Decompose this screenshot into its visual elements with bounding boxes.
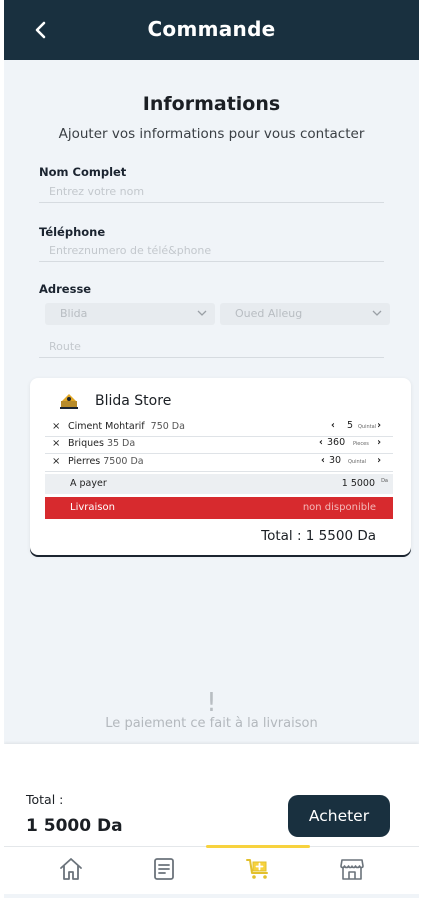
increase-button[interactable]: › xyxy=(377,437,381,448)
item-quantity: 360 xyxy=(327,437,346,448)
wilaya-select[interactable]: Blida xyxy=(45,303,215,325)
quantity-stepper: ‹ 5 Quintal › xyxy=(303,420,393,436)
item-unit: Quintal xyxy=(358,424,377,430)
address-label: Adresse xyxy=(39,282,92,296)
delivery-status: non disponible xyxy=(302,502,376,513)
commune-value: Oued Alleug xyxy=(235,307,303,320)
delivery-label: Livraison xyxy=(70,502,115,513)
wilaya-value: Blida xyxy=(60,307,88,320)
order-screen: Commande Informations Ajouter vos inform… xyxy=(4,0,419,898)
quantity-stepper: ‹ 360 Pieces › xyxy=(303,437,393,453)
store-name: Blida Store xyxy=(95,393,172,409)
item-unit: Pieces xyxy=(353,441,369,447)
amount-due-value: 1 5000 xyxy=(341,478,375,489)
bottom-navbar xyxy=(4,845,419,895)
store-icon xyxy=(340,859,364,880)
decrease-button[interactable]: ‹ xyxy=(321,455,325,466)
nav-orders[interactable] xyxy=(112,847,216,895)
increase-button[interactable]: › xyxy=(377,420,381,431)
route-field[interactable]: Route xyxy=(39,336,384,358)
phone-label: Téléphone xyxy=(39,225,106,239)
item-quantity: 30 xyxy=(329,455,342,466)
nav-cart[interactable] xyxy=(206,845,310,895)
item-name: Briques xyxy=(68,438,104,449)
item-price: 7500 Da xyxy=(103,456,144,467)
increase-button[interactable]: › xyxy=(377,455,381,466)
delivery-row: Livraison non disponible xyxy=(45,497,393,519)
nav-home[interactable] xyxy=(19,847,123,895)
item-unit: Quintal xyxy=(348,459,367,465)
section-subtitle: Ajouter vos informations pour vous conta… xyxy=(58,126,365,142)
chevron-down-icon xyxy=(372,310,382,316)
store-card: Blida Store × Ciment Mohtarif 750 Da ‹ 5… xyxy=(30,378,411,555)
item-name: Ciment Mohtarif xyxy=(68,421,145,432)
store-total: Total : 1 5500 Da xyxy=(261,528,376,544)
phone-field[interactable]: Entreznumero de télé&phone xyxy=(39,240,384,262)
header: Commande xyxy=(4,0,419,60)
remove-item-button[interactable]: × xyxy=(52,438,60,449)
payment-note: Le paiement ce fait à la livraison xyxy=(105,716,318,731)
buy-button[interactable]: Acheter xyxy=(288,795,390,837)
quantity-stepper: ‹ 30 Quintal › xyxy=(303,455,393,471)
total-value: 1 5000 Da xyxy=(26,816,123,836)
decrease-button[interactable]: ‹ xyxy=(319,437,323,448)
item-price: 35 Da xyxy=(106,438,136,449)
cart-icon xyxy=(246,859,268,879)
item-price: 750 Da xyxy=(150,421,185,432)
orders-icon xyxy=(154,858,174,880)
amount-due-row: A payer 1 5000 Da xyxy=(45,474,393,494)
amount-due-currency: Da xyxy=(381,478,388,484)
commune-select[interactable]: Oued Alleug xyxy=(220,303,390,325)
store-logo-icon xyxy=(60,394,78,409)
section-title: Informations xyxy=(142,93,281,115)
chevron-down-icon xyxy=(197,310,207,316)
cart-item: × Briques 35 Da ‹ 360 Pieces › xyxy=(45,436,393,454)
cart-item: × Ciment Mohtarif 750 Da ‹ 5 Quintal › xyxy=(45,419,393,437)
name-field[interactable]: Entrez votre nom xyxy=(39,181,384,203)
nav-store[interactable] xyxy=(300,847,404,895)
item-quantity: 5 xyxy=(347,420,354,431)
cart-item: × Pierres 7500 Da ‹ 30 Quintal › xyxy=(45,454,393,472)
amount-due-label: A payer xyxy=(70,478,107,489)
active-indicator xyxy=(206,845,310,848)
decrease-button[interactable]: ‹ xyxy=(331,420,335,431)
remove-item-button[interactable]: × xyxy=(52,421,60,432)
home-icon xyxy=(60,858,82,880)
exclamation-icon: ! xyxy=(206,688,217,718)
remove-item-button[interactable]: × xyxy=(52,456,60,467)
checkout-panel: Total : 1 5000 Da Acheter xyxy=(4,744,419,846)
item-name: Pierres xyxy=(68,456,101,467)
name-label: Nom Complet xyxy=(39,165,127,179)
total-label: Total : xyxy=(26,792,64,807)
page-title: Commande xyxy=(147,17,276,41)
